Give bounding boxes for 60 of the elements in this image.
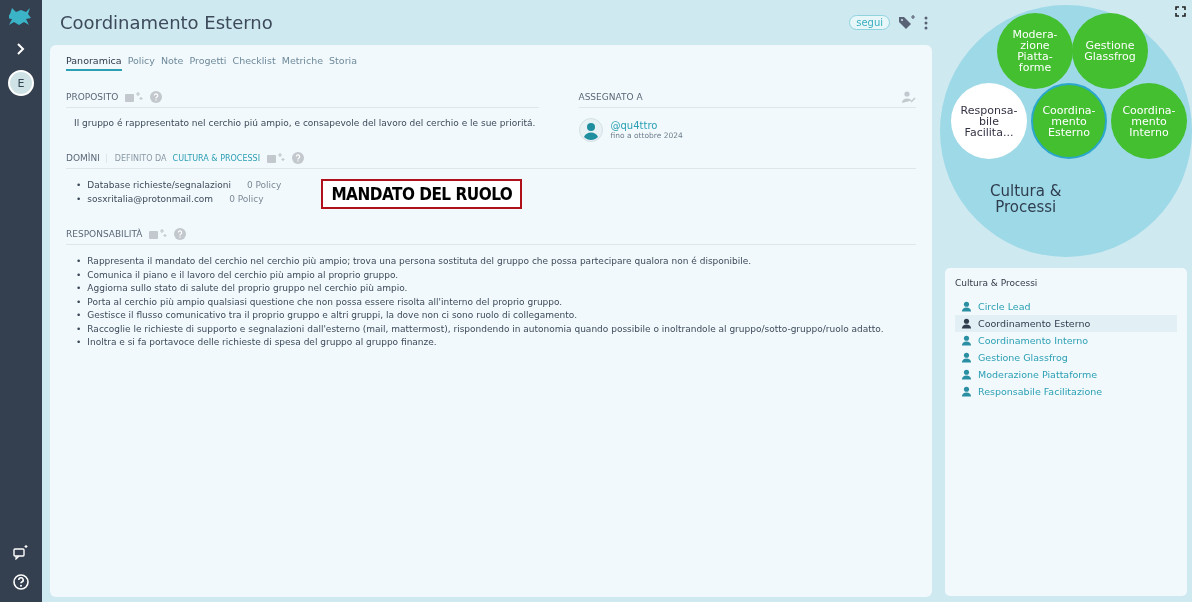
help-icon[interactable] (13, 574, 29, 590)
list-bullet: • (76, 192, 82, 206)
page-title: Coordinamento Esterno (60, 12, 274, 33)
chevron-right-icon[interactable] (16, 42, 26, 56)
responsibility-item: Porta al cerchio più ampio qualsiasi questione che non possa essere risolta all'interno del proprio gruppo. (87, 295, 563, 309)
chat-sparkle-icon[interactable] (13, 544, 29, 560)
domain-item: Database richieste/segnalazioni (87, 179, 231, 192)
circle-label: Cultura & Processi (990, 183, 1062, 215)
tab[interactable]: Policy (127, 55, 155, 71)
tag-sparkle-icon[interactable] (898, 14, 916, 31)
role-list-item[interactable]: Circle Lead (955, 298, 1177, 315)
section-heading: RESPONSABILITÀ (66, 229, 143, 239)
list-bullet: • (76, 295, 82, 309)
tab[interactable]: Progetti (189, 55, 227, 71)
fullscreen-icon[interactable] (1175, 6, 1186, 17)
role-list-item[interactable]: Coordinamento Interno (955, 332, 1177, 349)
responsibility-item: Aggiorna sullo stato di salute del proprio gruppo nel cerchio più ampio. (87, 282, 408, 295)
policy-count[interactable]: 0 Policy (229, 192, 264, 206)
policy-count[interactable]: 0 Policy (246, 179, 282, 193)
circle-avatar[interactable]: E (8, 70, 34, 96)
section-heading: PROPOSITO (66, 92, 119, 102)
user-link[interactable]: @qu4ttro (610, 120, 683, 131)
role-list-item[interactable]: Coordinamento Esterno (955, 315, 1177, 332)
tab[interactable]: Note (160, 55, 184, 71)
list-bullet: • (76, 322, 82, 336)
more-menu-icon[interactable] (924, 15, 928, 30)
person-icon (961, 386, 972, 397)
responsibility-item: Comunica il piano e il lavoro del cerchio più ampio al proprio gruppo. (87, 268, 399, 282)
user-avatar[interactable] (578, 118, 603, 142)
tab[interactable]: Metriche (281, 55, 324, 71)
tab[interactable]: Checklist (232, 55, 276, 71)
list-bullet: • (76, 336, 82, 349)
tab[interactable]: Storia (329, 55, 358, 71)
follow-button[interactable]: segui (849, 15, 890, 30)
role-list-item[interactable]: Moderazione Piattaforme (955, 366, 1177, 383)
role-list-item[interactable]: Gestione Glassfrog (955, 349, 1177, 366)
tab[interactable]: Panoramica (66, 55, 122, 71)
purpose-text: Il gruppo é rappresentato nel cerchio piú ampio, e consapevole del lavoro del cerchio e le sue prioritá. (74, 118, 537, 128)
list-bullet: • (76, 255, 82, 268)
person-icon (961, 318, 972, 329)
person-icon (961, 335, 972, 346)
responsibility-item: Inoltra e si fa portavoce delle richieste di spesa del gruppo al gruppo finanze. (87, 336, 437, 349)
domain-item: sosxritalia@protonmail.com (87, 192, 214, 206)
section-heading: DOMÌNI (66, 153, 100, 163)
role-list-item[interactable]: Responsabile Facilitazione (955, 383, 1177, 400)
list-title: Cultura & Processi (955, 278, 1039, 288)
list-bullet: • (76, 268, 82, 282)
circle-link[interactable]: CULTURA & PROCESSI (172, 153, 260, 163)
responsibility-item: Gestisce il flusso comunicativo tra il proprio gruppo e altri gruppi, la dove non ci sono ruolo di collegamento. (87, 309, 577, 322)
list-bullet: • (76, 179, 82, 192)
responsibility-item: Raccoglie le richieste di supporto e segnalazioni dall'esterno (mail, mattermost), rispondendo in autonomia quando possibile o inoltrandole al gruppo/sotto-gruppo/ruolo adatto. (87, 322, 884, 336)
person-icon (961, 301, 972, 312)
person-icon (961, 352, 972, 363)
defined-by-label: DEFINITO DA (105, 153, 167, 163)
section-heading: ASSEGNATO A (578, 92, 643, 102)
responsibility-item: Rappresenta il mandato del cerchio nel cerchio più ampio; trova una persona sostituta del gruppo che possa partecipare qualora non é disponibile. (87, 255, 752, 268)
annotation-label: MANDATO DEL RUOLO (321, 179, 523, 209)
list-bullet: • (76, 282, 82, 295)
list-bullet: • (76, 309, 82, 322)
person-icon (961, 369, 972, 380)
